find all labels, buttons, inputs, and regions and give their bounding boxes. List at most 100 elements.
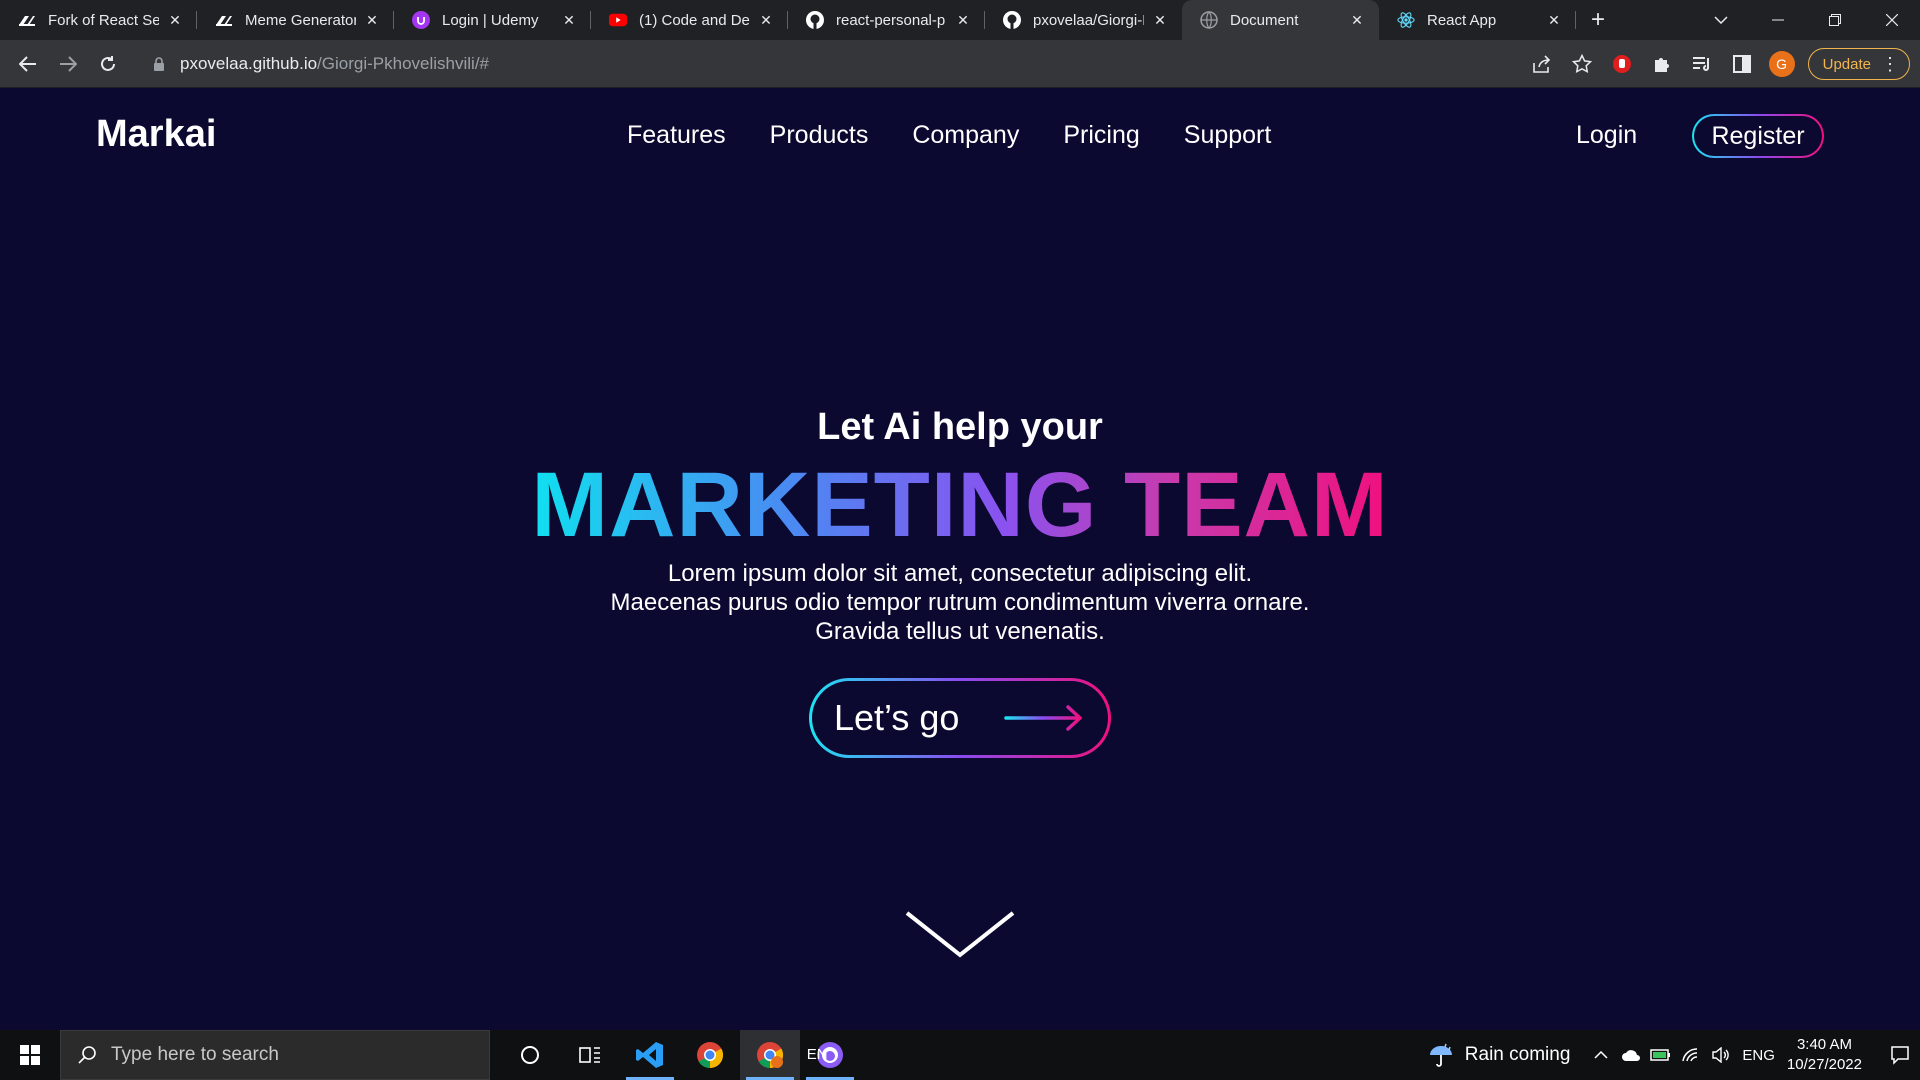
speaker-icon [1712,1047,1730,1063]
language-indicator[interactable]: EN [807,1046,828,1063]
browser-tab[interactable]: pxovelaa/Giorgi-P ✕ [985,0,1182,40]
browser-tab[interactable]: Fork of React Sec ✕ [0,0,197,40]
puzzle-icon [1654,58,1669,72]
onedrive-button[interactable] [1616,1048,1646,1062]
restore-button[interactable] [1806,0,1863,40]
close-tab-icon[interactable]: ✕ [362,10,382,30]
main-nav: Features Products Company Pricing Suppor… [627,121,1271,150]
side-panel-icon [1732,55,1751,73]
clock-time: 3:40 AM [1796,1036,1852,1053]
umbrella-rain-icon [1429,1043,1452,1067]
browser-tab-strip: Fork of React Sec ✕ Meme Generator ✕ Login |… [0,0,1920,40]
register-button[interactable]: Register [1692,114,1824,158]
update-button[interactable]: Update ⋮ [1807,48,1910,80]
close-tab-icon[interactable]: ✕ [1150,10,1170,30]
browser-tab[interactable]: Document ✕ [1182,0,1379,40]
new-tab-button[interactable]: + [1578,0,1618,40]
side-panel-button[interactable] [1724,46,1760,82]
close-tab-icon[interactable]: ✕ [1544,10,1564,30]
minimize-button[interactable] [1749,0,1806,40]
browser-tab[interactable]: Meme Generator ✕ [197,0,394,40]
nav-link-products[interactable]: Products [770,121,869,150]
reload-button[interactable] [88,44,128,84]
wifi-icon [1682,1048,1698,1062]
tab-title: (1) Code and Dep [639,11,750,29]
bookmark-button[interactable] [1564,46,1600,82]
share-icon [1532,55,1550,73]
search-icon [78,1046,96,1064]
back-button[interactable] [8,44,48,84]
media-controls-button[interactable] [1684,46,1720,82]
browser-tab[interactable]: Login | Udemy ✕ [394,0,591,40]
input-language[interactable]: ENG [1742,1047,1775,1064]
close-tab-icon[interactable]: ✕ [559,10,579,30]
lets-go-label: Let’s go [834,697,960,738]
vscode-taskbar-app[interactable] [620,1030,680,1080]
notifications-button[interactable] [1880,1045,1920,1065]
close-window-button[interactable] [1863,0,1920,40]
vscode-icon [636,1042,663,1068]
reload-icon [101,55,115,71]
browser-tab[interactable]: React App ✕ [1379,0,1576,40]
clock-date: 10/27/2022 [1786,1056,1862,1073]
battery-button[interactable] [1646,1048,1676,1062]
chrome-profile-taskbar-app[interactable] [740,1030,800,1080]
window-controls [1692,0,1920,40]
nav-link-pricing[interactable]: Pricing [1063,121,1139,150]
cortana-button[interactable] [500,1030,560,1080]
browser-tab[interactable]: react-personal-p ✕ [788,0,985,40]
search-placeholder: Type here to search [111,1044,279,1065]
hero-title: MARKETING TEAM [0,453,1920,558]
hero-subtitle: Let Ai help your [817,406,1103,448]
windows-taskbar: Type here to search EN Rain coming ENG 3… [0,1030,1920,1080]
network-button[interactable] [1676,1047,1706,1063]
share-button[interactable] [1524,46,1560,82]
clock[interactable]: 3:40 AM 10/27/2022 [1787,1035,1862,1075]
codesandbox-icon [215,11,233,29]
chrome-taskbar-app[interactable] [680,1030,740,1080]
star-icon [1571,54,1592,73]
nav-link-features[interactable]: Features [627,121,726,150]
tab-title: Login | Udemy [442,11,539,29]
profile-button[interactable]: G [1764,46,1800,82]
login-link[interactable]: Login [1576,121,1637,150]
url-host: pxovelaa.github.io [180,54,318,73]
close-tab-icon[interactable]: ✕ [165,10,185,30]
weather-widget[interactable]: Rain coming [1427,1041,1570,1069]
tab-list: Fork of React Sec ✕ Meme Generator ✕ Login |… [0,0,1576,40]
tab-search-button[interactable] [1692,0,1749,40]
taskbar-search-box[interactable]: Type here to search [60,1030,490,1080]
lock-icon [154,57,164,71]
tab-title: Document [1230,11,1299,29]
adblock-extension-button[interactable] [1604,46,1640,82]
register-label: Register [1694,116,1822,156]
browser-tab[interactable]: (1) Code and Dep ✕ [591,0,788,40]
site-logo[interactable]: Markai [96,113,216,156]
nav-link-support[interactable]: Support [1184,121,1272,150]
close-tab-icon[interactable]: ✕ [953,10,973,30]
start-button[interactable] [0,1030,60,1080]
close-tab-icon[interactable]: ✕ [1347,10,1367,30]
lets-go-button[interactable]: Let’s go [809,678,1111,758]
restore-icon [1828,14,1841,26]
task-view-button[interactable] [560,1030,620,1080]
github-icon [806,11,824,29]
chevron-up-icon [1594,1051,1608,1059]
scroll-down-chevron-icon[interactable] [903,909,1017,961]
web-page: Markai Features Products Company Pricing… [0,89,1920,1030]
arrow-right-icon [1004,705,1083,731]
tab-title: react-personal-p [836,11,946,29]
address-bar[interactable]: pxovelaa.github.io/Giorgi-Pkhovelishvili… [138,46,1518,82]
youtube-icon [609,11,627,29]
forward-button[interactable] [48,44,88,84]
nav-link-company[interactable]: Company [912,121,1019,150]
avatar: G [1768,51,1795,77]
minimize-icon [1771,19,1784,21]
show-hidden-icons-button[interactable] [1586,1051,1616,1059]
volume-button[interactable] [1706,1047,1736,1063]
extensions-button[interactable] [1644,46,1680,82]
arrow-left-icon [19,55,36,72]
update-label: Update [1822,55,1871,73]
hero-description: Lorem ipsum dolor sit amet, consectetur … [0,559,1920,646]
close-tab-icon[interactable]: ✕ [756,10,776,30]
